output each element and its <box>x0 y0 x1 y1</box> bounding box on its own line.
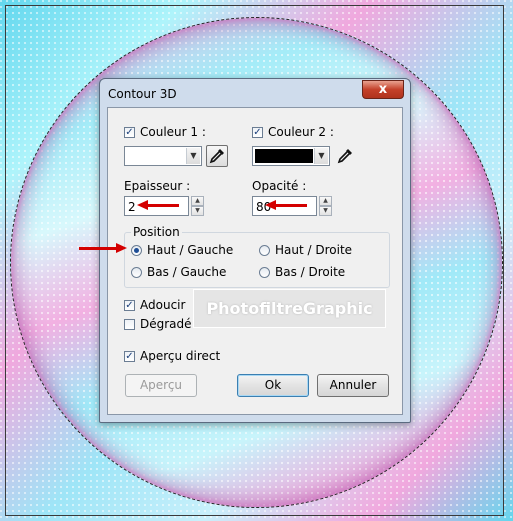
radio-bas-droite[interactable] <box>259 267 270 278</box>
couleur2-eyedropper-button[interactable] <box>335 146 355 166</box>
epaisseur-label: Epaisseur : <box>124 179 191 193</box>
radio-haut-gauche[interactable] <box>131 245 142 256</box>
annuler-button[interactable]: Annuler <box>317 374 389 397</box>
degrade-checkbox[interactable] <box>124 319 135 330</box>
dialog-title: Contour 3D <box>108 87 177 101</box>
position-group <box>124 232 390 288</box>
adoucir-label: Adoucir <box>140 298 186 312</box>
dialog-client-area: ✓ Couleur 1 : ▼ ✓ Couleur 2 : ▼ Epaisseu… <box>107 107 403 415</box>
apercu-direct-label: Aperçu direct <box>140 349 221 363</box>
annotation-arrow-opacite <box>265 200 307 210</box>
contour-3d-dialog: Contour 3D x ✓ Couleur 1 : ▼ ✓ Couleur 2… <box>99 78 411 423</box>
epaisseur-spinner[interactable]: ▲ ▼ <box>191 196 204 216</box>
spin-down-icon[interactable]: ▼ <box>191 206 204 216</box>
radio-haut-gauche-label: Haut / Gauche <box>147 243 234 257</box>
radio-bas-droite-label: Bas / Droite <box>275 265 346 279</box>
couleur2-checkbox[interactable]: ✓ <box>252 127 263 138</box>
spin-down-icon[interactable]: ▼ <box>319 206 332 216</box>
close-button[interactable]: x <box>362 80 404 99</box>
radio-haut-droite-label: Haut / Droite <box>275 243 353 257</box>
adoucir-checkbox[interactable]: ✓ <box>124 300 135 311</box>
eyedropper-icon <box>209 149 224 164</box>
annotation-arrow-position <box>79 243 127 253</box>
couleur2-dropdown[interactable]: ▼ <box>252 146 330 166</box>
couleur1-eyedropper-button[interactable] <box>206 145 228 167</box>
spin-up-icon[interactable]: ▲ <box>319 196 332 206</box>
couleur2-label: Couleur 2 : <box>268 125 334 139</box>
opacite-spinner[interactable]: ▲ ▼ <box>319 196 332 216</box>
close-icon: x <box>378 82 388 97</box>
couleur2-swatch <box>255 149 313 163</box>
apercu-button[interactable]: Aperçu <box>125 374 197 397</box>
spin-up-icon[interactable]: ▲ <box>191 196 204 206</box>
chevron-down-icon: ▼ <box>186 148 200 164</box>
title-bar: Contour 3D x <box>100 79 410 107</box>
couleur1-label: Couleur 1 : <box>140 125 206 139</box>
eyedropper-icon <box>337 149 352 164</box>
radio-haut-droite[interactable] <box>259 245 270 256</box>
degrade-label: Dégradé <box>140 317 192 331</box>
annotation-arrow-epaisseur <box>137 200 179 210</box>
radio-bas-gauche[interactable] <box>131 267 142 278</box>
ok-button[interactable]: Ok <box>237 374 309 397</box>
opacite-label: Opacité : <box>252 179 307 193</box>
couleur1-dropdown[interactable]: ▼ <box>124 146 202 166</box>
watermark: PhotofiltreGraphic <box>193 289 386 328</box>
epaisseur-value: 2 <box>128 200 136 214</box>
radio-bas-gauche-label: Bas / Gauche <box>147 265 227 279</box>
couleur1-checkbox[interactable]: ✓ <box>124 127 135 138</box>
chevron-down-icon: ▼ <box>314 148 328 164</box>
apercu-direct-checkbox[interactable]: ✓ <box>124 351 135 362</box>
couleur1-swatch <box>127 149 185 163</box>
position-group-title: Position <box>131 225 182 239</box>
